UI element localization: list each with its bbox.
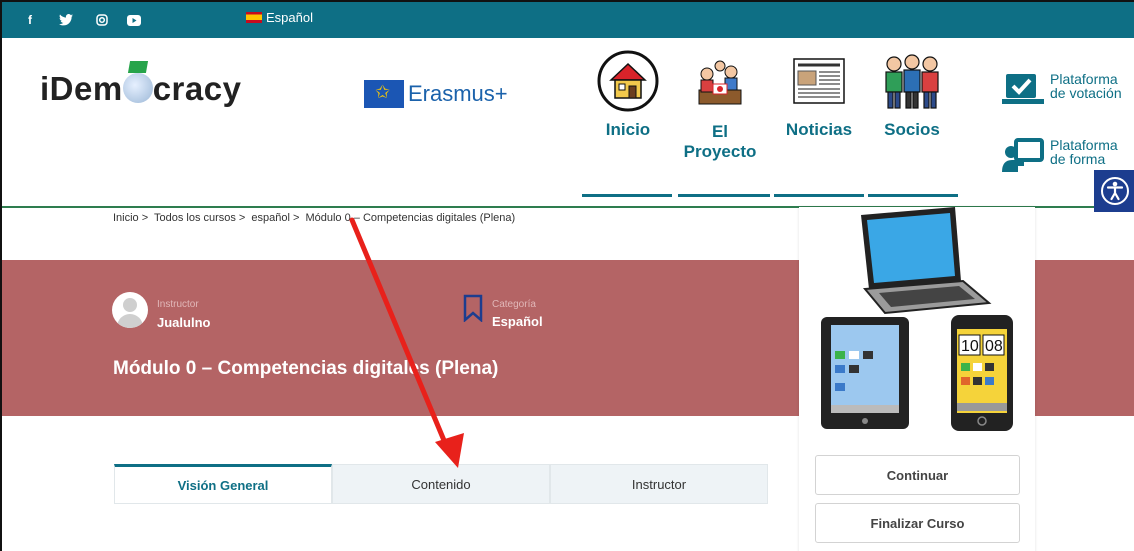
erasmus-logo: Erasmus+ <box>364 80 508 108</box>
accessibility-button[interactable] <box>1094 170 1134 212</box>
breadcrumb: Inicio > Todos los cursos > español > Módul… <box>113 212 518 224</box>
voting-platform-link[interactable]: Plataforma de votación <box>1002 72 1130 106</box>
site-header: iDem cracy Erasmus+ Inicio El Proyecto No… <box>2 38 1134 208</box>
teacher-board-icon <box>1002 138 1044 172</box>
phone-clock-text-2: 08 <box>985 338 1003 355</box>
meeting-icon <box>685 58 755 122</box>
nav-noticias[interactable]: Noticias <box>780 46 858 140</box>
nav-socios[interactable]: Socios <box>876 46 948 140</box>
logo-text-end: cracy <box>152 70 242 107</box>
course-tabs: Visión General Contenido Instructor <box>114 464 768 504</box>
tab-contenido[interactable]: Contenido <box>332 464 550 504</box>
course-sidebar-card: 10 08 Continuar Finalizar Curso <box>799 207 1035 551</box>
voting-platform-label: Plataforma de votación <box>1050 71 1122 101</box>
erasmus-label: Erasmus+ <box>408 81 508 106</box>
breadcrumb-inicio[interactable]: Inicio <box>113 212 139 224</box>
training-platform-label: Plataforma de forma <box>1050 137 1118 167</box>
nav-noticias-label: Noticias <box>785 120 853 139</box>
house-icon <box>593 46 663 116</box>
finish-course-button[interactable]: Finalizar Curso <box>815 503 1020 543</box>
accessibility-icon <box>1101 177 1129 205</box>
bookmark-icon <box>463 294 483 322</box>
instagram-glyph <box>96 14 108 26</box>
ballot-box-icon <box>1002 74 1044 104</box>
breadcrumb-separator: > <box>141 212 149 224</box>
course-title: Módulo 0 – Competencias digitales (Plena… <box>113 358 499 379</box>
instructor-label: Instructor <box>157 299 199 310</box>
nav-el-proyecto-label: El Proyecto <box>683 122 757 161</box>
category-label: Categoría <box>492 299 536 310</box>
instructor-name[interactable]: Jualulno <box>157 315 210 330</box>
breadcrumb-current: Módulo 0 – Competencias digitales (Plena… <box>305 212 516 224</box>
continue-button[interactable]: Continuar <box>815 455 1020 495</box>
phone-clock-text: 10 <box>961 338 979 355</box>
nav-inicio[interactable]: Inicio <box>592 46 664 140</box>
tab-vision-general[interactable]: Visión General <box>114 464 332 504</box>
breadcrumb-espanol[interactable]: español <box>251 212 290 224</box>
smartphone-icon: 10 08 <box>951 315 1013 431</box>
facebook-icon[interactable]: f <box>22 12 38 28</box>
nav-socios-label: Socios <box>884 120 940 139</box>
nav-el-proyecto[interactable]: El Proyecto <box>680 58 760 162</box>
logo-text-start: iDem <box>40 70 123 107</box>
spain-flag-icon <box>246 12 262 23</box>
instructor-avatar <box>112 292 148 328</box>
nav-underline-socios <box>868 194 958 197</box>
twitter-icon[interactable] <box>58 12 74 28</box>
devices-illustration: 10 08 <box>799 207 1035 437</box>
page: f Español iDem cracy Erasmus+ Inicio <box>0 0 1134 551</box>
youtube-icon[interactable] <box>126 12 142 28</box>
nav-underline-proyecto <box>678 194 770 197</box>
breadcrumb-separator: > <box>238 212 246 224</box>
partners-icon <box>877 46 947 116</box>
tab-instructor[interactable]: Instructor <box>550 464 768 504</box>
eu-flag-icon <box>364 80 404 108</box>
language-label: Español <box>266 10 313 25</box>
breadcrumb-separator: > <box>292 212 300 224</box>
top-bar: f Español <box>2 2 1134 38</box>
training-platform-link[interactable]: Plataforma de forma <box>1002 138 1130 172</box>
globe-ballot-icon <box>122 61 153 103</box>
breadcrumb-todos-los-cursos[interactable]: Todos los cursos <box>154 212 236 224</box>
language-selector[interactable]: Español <box>246 10 313 25</box>
laptop-icon <box>861 207 992 315</box>
twitter-glyph <box>59 14 73 26</box>
nav-underline-noticias <box>774 194 864 197</box>
newspaper-icon <box>784 46 854 116</box>
nav-underline-inicio <box>582 194 672 197</box>
nav-inicio-label: Inicio <box>605 120 651 139</box>
idemocracy-logo[interactable]: iDem cracy <box>40 61 242 108</box>
instagram-icon[interactable] <box>94 12 110 28</box>
tablet-icon <box>821 317 909 429</box>
youtube-glyph <box>127 14 141 26</box>
category-value[interactable]: Español <box>492 314 543 329</box>
